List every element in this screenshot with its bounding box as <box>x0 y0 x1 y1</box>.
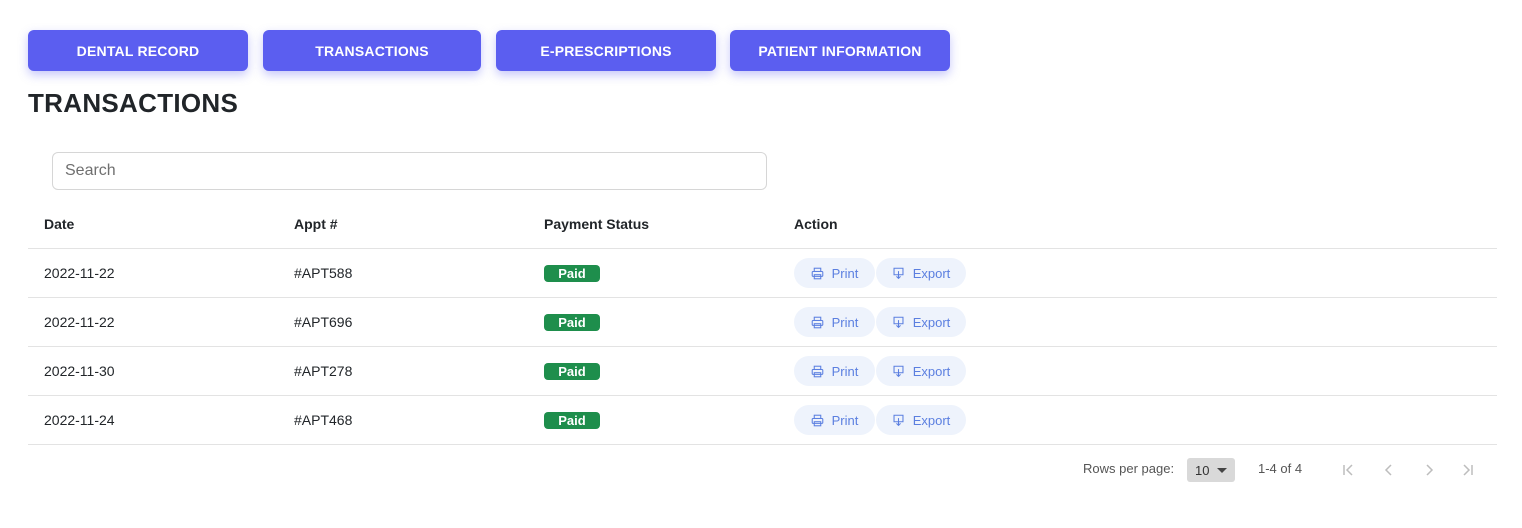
print-label: Print <box>831 412 859 428</box>
column-header-payment-status: Payment Status <box>544 216 650 232</box>
export-button[interactable]: Export <box>876 258 966 288</box>
rows-per-page-select[interactable]: 10 <box>1187 458 1235 482</box>
print-label: Print <box>831 265 859 281</box>
appt-cell: #APT588 <box>294 265 353 281</box>
action-cell: Print Export <box>794 298 967 346</box>
last-page-button[interactable] <box>1456 458 1480 482</box>
printer-icon <box>811 365 823 377</box>
status-badge: Paid <box>544 313 600 331</box>
print-button[interactable]: Print <box>794 405 875 435</box>
rows-per-page-value: 10 <box>1195 462 1210 478</box>
appt-cell: #APT278 <box>294 363 353 379</box>
date-cell: 2022-11-22 <box>44 314 115 330</box>
first-page-button[interactable] <box>1336 458 1360 482</box>
printer-icon <box>811 267 823 279</box>
export-button[interactable]: Export <box>876 307 966 337</box>
date-cell: 2022-11-24 <box>44 412 115 428</box>
status-badge: Paid <box>544 264 600 282</box>
status-cell: Paid <box>544 347 600 395</box>
print-button[interactable]: Print <box>794 307 875 337</box>
tab-dental-record[interactable]: DENTAL RECORD <box>28 30 248 71</box>
date-cell: 2022-11-22 <box>44 265 115 281</box>
printer-icon <box>811 414 823 426</box>
next-page-button[interactable] <box>1417 458 1441 482</box>
print-button[interactable]: Print <box>794 258 875 288</box>
export-icon <box>893 365 904 377</box>
status-cell: Paid <box>544 249 600 297</box>
last-page-icon <box>1463 464 1473 476</box>
tab-transactions[interactable]: TRANSACTIONS <box>263 30 481 71</box>
caret-down-icon <box>1217 468 1227 473</box>
appt-cell: #APT696 <box>294 314 353 330</box>
pagination: Rows per page: 10 1-4 of 4 <box>0 458 1522 482</box>
rows-per-page-label: Rows per page: <box>1083 461 1175 476</box>
print-label: Print <box>831 363 859 379</box>
print-label: Print <box>831 314 859 330</box>
table-row: 2022-11-24 #APT468 Paid Print Export <box>28 396 1497 445</box>
date-cell: 2022-11-30 <box>44 363 115 379</box>
action-cell: Print Export <box>794 249 967 297</box>
column-header-date: Date <box>44 216 75 232</box>
prev-page-icon <box>1384 464 1392 476</box>
table-row: 2022-11-30 #APT278 Paid Print Export <box>28 347 1497 396</box>
table-row: 2022-11-22 #APT696 Paid Print Export <box>28 298 1497 347</box>
status-cell: Paid <box>544 396 600 444</box>
action-cell: Print Export <box>794 347 967 395</box>
export-icon <box>893 267 904 279</box>
export-button[interactable]: Export <box>876 405 966 435</box>
export-label: Export <box>912 363 951 379</box>
tab-patient-information[interactable]: PATIENT INFORMATION <box>730 30 950 71</box>
pagination-range: 1-4 of 4 <box>1258 461 1303 476</box>
column-header-action: Action <box>794 216 838 232</box>
status-badge: Paid <box>544 411 600 429</box>
printer-icon <box>811 316 823 328</box>
column-header-appt: Appt # <box>294 216 338 232</box>
print-button[interactable]: Print <box>794 356 875 386</box>
export-button[interactable]: Export <box>876 356 966 386</box>
tab-e-prescriptions[interactable]: E-PRESCRIPTIONS <box>496 30 716 71</box>
next-page-icon <box>1426 464 1434 476</box>
export-label: Export <box>912 314 951 330</box>
export-label: Export <box>912 265 951 281</box>
search-input[interactable] <box>52 152 767 190</box>
transactions-table: Date Appt # Payment Status Action 2022-1… <box>28 200 1497 445</box>
first-page-icon <box>1343 464 1353 476</box>
appt-cell: #APT468 <box>294 412 353 428</box>
action-cell: Print Export <box>794 396 967 444</box>
status-cell: Paid <box>544 298 600 346</box>
page-title: TRANSACTIONS <box>28 88 239 118</box>
export-label: Export <box>912 412 951 428</box>
table-row: 2022-11-22 #APT588 Paid Print Export <box>28 249 1497 298</box>
prev-page-button[interactable] <box>1377 458 1401 482</box>
status-badge: Paid <box>544 362 600 380</box>
export-icon <box>893 316 904 328</box>
export-icon <box>893 414 904 426</box>
table-header: Date Appt # Payment Status Action <box>28 200 1497 249</box>
